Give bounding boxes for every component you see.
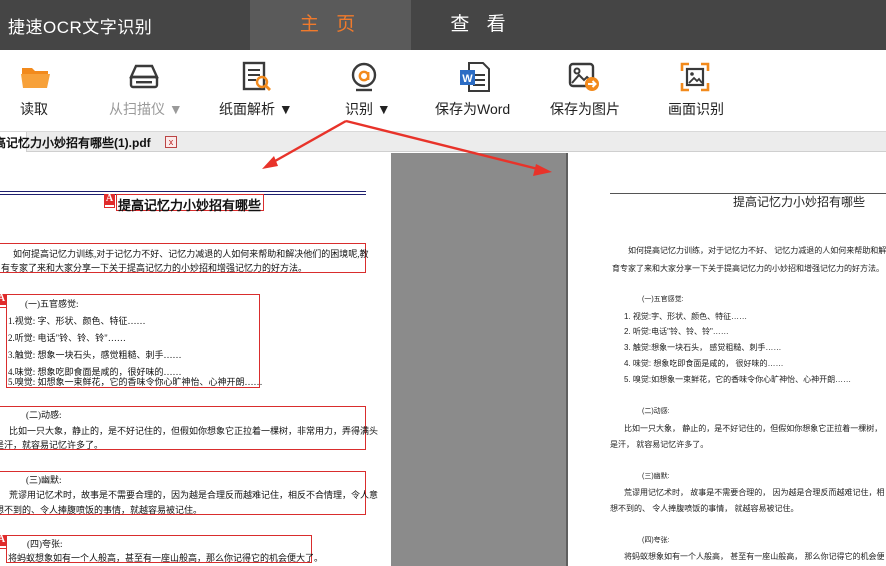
read-label: 读取: [20, 101, 48, 117]
paragraph-line: 将蚂蚁想象如有一个人般高，甚至有一座山般高，那么你记得它的机会便大了。: [8, 553, 324, 563]
recognition-region[interactable]: (二)动感: 比如一只大象，静止的，是不好记住的，但假如你想象它正拉着一棵树，非…: [0, 406, 378, 450]
paragraph-line: 将蚂蚁想象如有一个人般高， 甚至有一座山般高， 那么你记得它的机会便: [624, 552, 885, 561]
close-tab-icon[interactable]: x: [165, 136, 177, 148]
screen-recognize-label: 画面识别: [668, 101, 724, 117]
scan-label: 从扫描仪 ▼: [109, 101, 183, 117]
paragraph-line: 荒谬用记忆术时，故事是不需要合理的，因为越是合理反而越难记住，相反不合情理，令人…: [9, 490, 379, 500]
scanner-icon: [129, 64, 159, 89]
doc-title: 提高记忆力小妙招有哪些: [733, 195, 866, 209]
folder-icon: [21, 68, 50, 88]
section-heading: (二)动感:: [642, 408, 670, 415]
paragraph-line: 有专家了来和大家分享一下关于提高记忆力的小妙招和增强记忆力的好方法。: [1, 263, 308, 273]
parse-button[interactable]: 纸面解析 ▼: [215, 50, 295, 132]
header-rule: [0, 191, 366, 192]
recognition-region[interactable]: 如何提高记忆力训练,对于记忆力不好、记忆力减退的人如何来帮助和解决他们的困境呢,…: [0, 243, 369, 273]
tab-view[interactable]: 查 看: [411, 0, 551, 50]
section-heading: (三)幽默:: [26, 475, 62, 485]
read-button[interactable]: 读取: [12, 50, 60, 132]
list-item: 2. 听觉:电话"铃、铃、铃"……: [624, 327, 729, 336]
source-document-pane[interactable]: A 提高记忆力小妙招有哪些 如何提高记忆力训练,对于记忆力不好、记忆力减退的人如…: [0, 153, 391, 566]
scan-button[interactable]: 从扫描仪 ▼: [105, 50, 185, 132]
section-heading: (一)五官感觉:: [25, 299, 79, 309]
screen-recognize-button[interactable]: 画面识别: [666, 50, 726, 132]
file-tab[interactable]: 高记忆力小妙招有哪些(1).pdf x: [0, 132, 177, 152]
file-tab-strip: 高记忆力小妙招有哪些(1).pdf x: [0, 132, 886, 152]
tab-home[interactable]: 主 页: [250, 0, 411, 50]
file-tab-name: 高记忆力小妙招有哪些(1).pdf: [0, 136, 151, 150]
save-word-button[interactable]: W 保存为Word: [433, 50, 517, 132]
svg-text:W: W: [462, 73, 473, 85]
parse-label: 纸面解析 ▼: [219, 101, 293, 117]
doc-title: 提高记忆力小妙招有哪些: [118, 198, 262, 213]
result-document-pane[interactable]: 提高记忆力小妙招有哪些 如何提高记忆力训练，对于记忆力不好、 记忆力减退的人如何…: [568, 153, 886, 566]
list-item: 5.嗅觉: 如想象一束鲜花，它的香味令你心旷神怡、心神开朗……: [8, 377, 263, 387]
section-heading: (一)五官感觉:: [642, 296, 684, 303]
list-item: 4. 味觉: 想象吃即食面是咸的， 很好味的……: [624, 359, 784, 368]
save-image-label: 保存为图片: [550, 101, 620, 117]
recognize-icon: [351, 62, 377, 92]
save-word-label: 保存为Word: [435, 101, 511, 117]
paragraph-line: 比如一只大象，静止的，是不好记住的，但假如你想象它正拉着一棵树，非常用力，弄得满…: [9, 426, 379, 436]
recognition-region[interactable]: 提高记忆力小妙招有哪些: [116, 194, 264, 213]
paragraph-line: 比如一只大象， 静止的，是不好记住的，但假如你想象它正拉着一棵树，: [624, 424, 883, 433]
list-item: 3.触觉: 想象一块石头，感觉粗糙、刺手……: [8, 350, 182, 360]
save-image-button[interactable]: 保存为图片: [548, 50, 622, 132]
paragraph-line: 是汗，就容易记忆许多了。: [0, 440, 104, 450]
recognize-button[interactable]: 识别 ▼: [340, 50, 400, 132]
section-heading: (二)动感:: [26, 410, 62, 420]
paragraph-line: 是汗， 就容易记忆许多了。: [610, 440, 709, 449]
list-item: 2.听觉: 电话"铃、铃、铃"……: [8, 333, 126, 343]
save-image-icon: [568, 62, 599, 91]
section-heading: (四)夸张:: [642, 537, 670, 544]
paragraph-line: 如何提高记忆力训练,对于记忆力不好、记忆力减退的人如何来帮助和解决他们的困境呢,…: [13, 249, 369, 259]
region-marker[interactable]: A: [104, 194, 115, 208]
screen-capture-icon: [680, 62, 710, 92]
paragraph-line: 育专家了来和大家分享一下关于提高记忆力的小妙招和增强记忆力的好方法。: [612, 264, 884, 273]
paragraph-line: 想不到的、令人捧腹喷饭的事情，就越容易被记住。: [0, 505, 203, 515]
toolbar: 读取 从扫描仪 ▼ 纸面解析 ▼ 识别 ▼ W 保存为Word 保存为图片 画面…: [0, 50, 886, 132]
section-heading: (三)幽默:: [642, 473, 670, 480]
list-item: 1.视觉: 字、形状、颜色、特征……: [8, 316, 146, 326]
list-item: 3. 触觉:想象一块石头， 感觉粗糙、刺手……: [624, 343, 782, 352]
list-item: 1. 视觉:字、形状、颜色、特征……: [624, 312, 748, 321]
title-bar: 捷速OCR文字识别 主 页 查 看: [0, 0, 886, 50]
pane-splitter[interactable]: [391, 153, 566, 566]
recognition-region[interactable]: (一)五官感觉: 1.视觉: 字、形状、颜色、特征…… 2.听觉: 电话"铃、铃…: [6, 294, 263, 388]
paragraph-line: 荒谬用记忆术时， 故事是不需要合理的， 因为越是合理反而越难记住，相: [624, 488, 885, 497]
app-title: 捷速OCR文字识别: [8, 18, 153, 37]
word-file-icon: W: [460, 62, 490, 92]
recognition-region[interactable]: (三)幽默: 荒谬用记忆术时，故事是不需要合理的，因为越是合理反而越难记住，相反…: [0, 471, 378, 515]
list-item: 5. 嗅觉:如想象一束鲜花，它的香味令你心旷神怡、心神开朗……: [624, 375, 852, 384]
recognition-region[interactable]: (四)夸张: 将蚂蚁想象如有一个人般高，甚至有一座山般高，那么你记得它的机会便大…: [6, 535, 323, 563]
section-heading: (四)夸张:: [27, 539, 63, 549]
paragraph-line: 如何提高记忆力训练，对于记忆力不好、 记忆力减退的人如何来帮助和解: [628, 246, 886, 255]
recognize-label: 识别 ▼: [345, 101, 391, 117]
paragraph-line: 想不到的、 令人捧腹喷饭的事情， 就越容易被记住。: [610, 504, 799, 513]
document-magnifier-icon: [242, 61, 271, 91]
